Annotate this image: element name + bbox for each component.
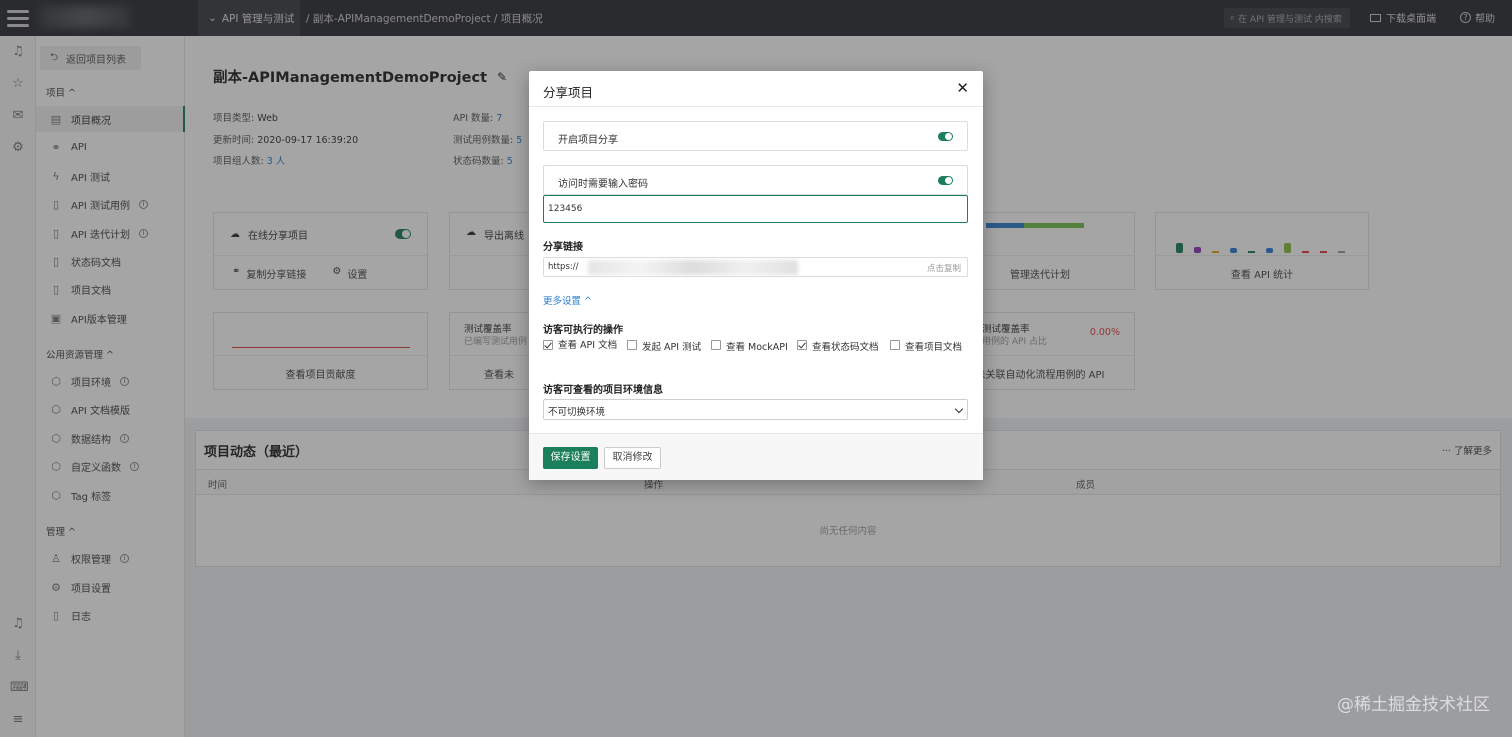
- copy-link-button[interactable]: 点击复制: [927, 262, 961, 274]
- require-password-option: 访问时需要输入密码: [543, 165, 968, 195]
- watermark: @稀土掘金技术社区: [1337, 695, 1490, 715]
- dialog-header: 分享项目 ✕: [529, 71, 983, 107]
- redacted-url: [588, 260, 798, 275]
- close-icon[interactable]: ✕: [956, 79, 969, 97]
- more-settings-toggle[interactable]: 更多设置 ^: [543, 293, 592, 307]
- cancel-changes-button[interactable]: 取消修改: [604, 447, 661, 469]
- checkbox-view-mockapi[interactable]: 查看 MockAPI: [711, 339, 788, 353]
- share-link-field[interactable]: https:// 点击复制: [543, 257, 968, 277]
- checkbox-start-api-test[interactable]: 发起 API 测试: [627, 339, 701, 353]
- visitor-ops-label: 访客可执行的操作: [543, 325, 623, 336]
- env-info-label: 访客可查看的项目环境信息: [543, 385, 663, 396]
- enable-share-option: 开启项目分享: [543, 121, 968, 151]
- share-link-label: 分享链接: [543, 242, 583, 253]
- checkbox-unchecked-icon: [627, 340, 637, 350]
- checkbox-view-status-docs[interactable]: 查看状态码文档: [797, 339, 879, 353]
- checkbox-unchecked-icon: [711, 340, 721, 350]
- save-settings-button[interactable]: 保存设置: [543, 447, 598, 469]
- require-password-toggle[interactable]: [938, 176, 953, 185]
- checkbox-checked-icon: [797, 340, 807, 350]
- dialog-footer: 保存设置 取消修改: [529, 433, 983, 480]
- checkbox-checked-icon: [543, 340, 553, 350]
- share-project-dialog: 分享项目 ✕ 开启项目分享 访问时需要输入密码 123456 分享链接 http…: [529, 71, 983, 480]
- checkbox-view-api-docs[interactable]: 查看 API 文档: [543, 339, 623, 352]
- env-select[interactable]: 不可切换环境: [543, 399, 968, 420]
- chevron-down-icon: [954, 404, 964, 414]
- checkbox-unchecked-icon: [890, 340, 900, 350]
- dialog-title: 分享项目: [543, 85, 594, 100]
- visitor-ops-checkboxes: 查看 API 文档 发起 API 测试 查看 MockAPI 查看状态码文档 查…: [543, 339, 968, 367]
- checkbox-view-project-docs[interactable]: 查看项目文档: [890, 339, 962, 353]
- enable-share-toggle[interactable]: [938, 132, 953, 141]
- password-input[interactable]: 123456: [543, 195, 968, 223]
